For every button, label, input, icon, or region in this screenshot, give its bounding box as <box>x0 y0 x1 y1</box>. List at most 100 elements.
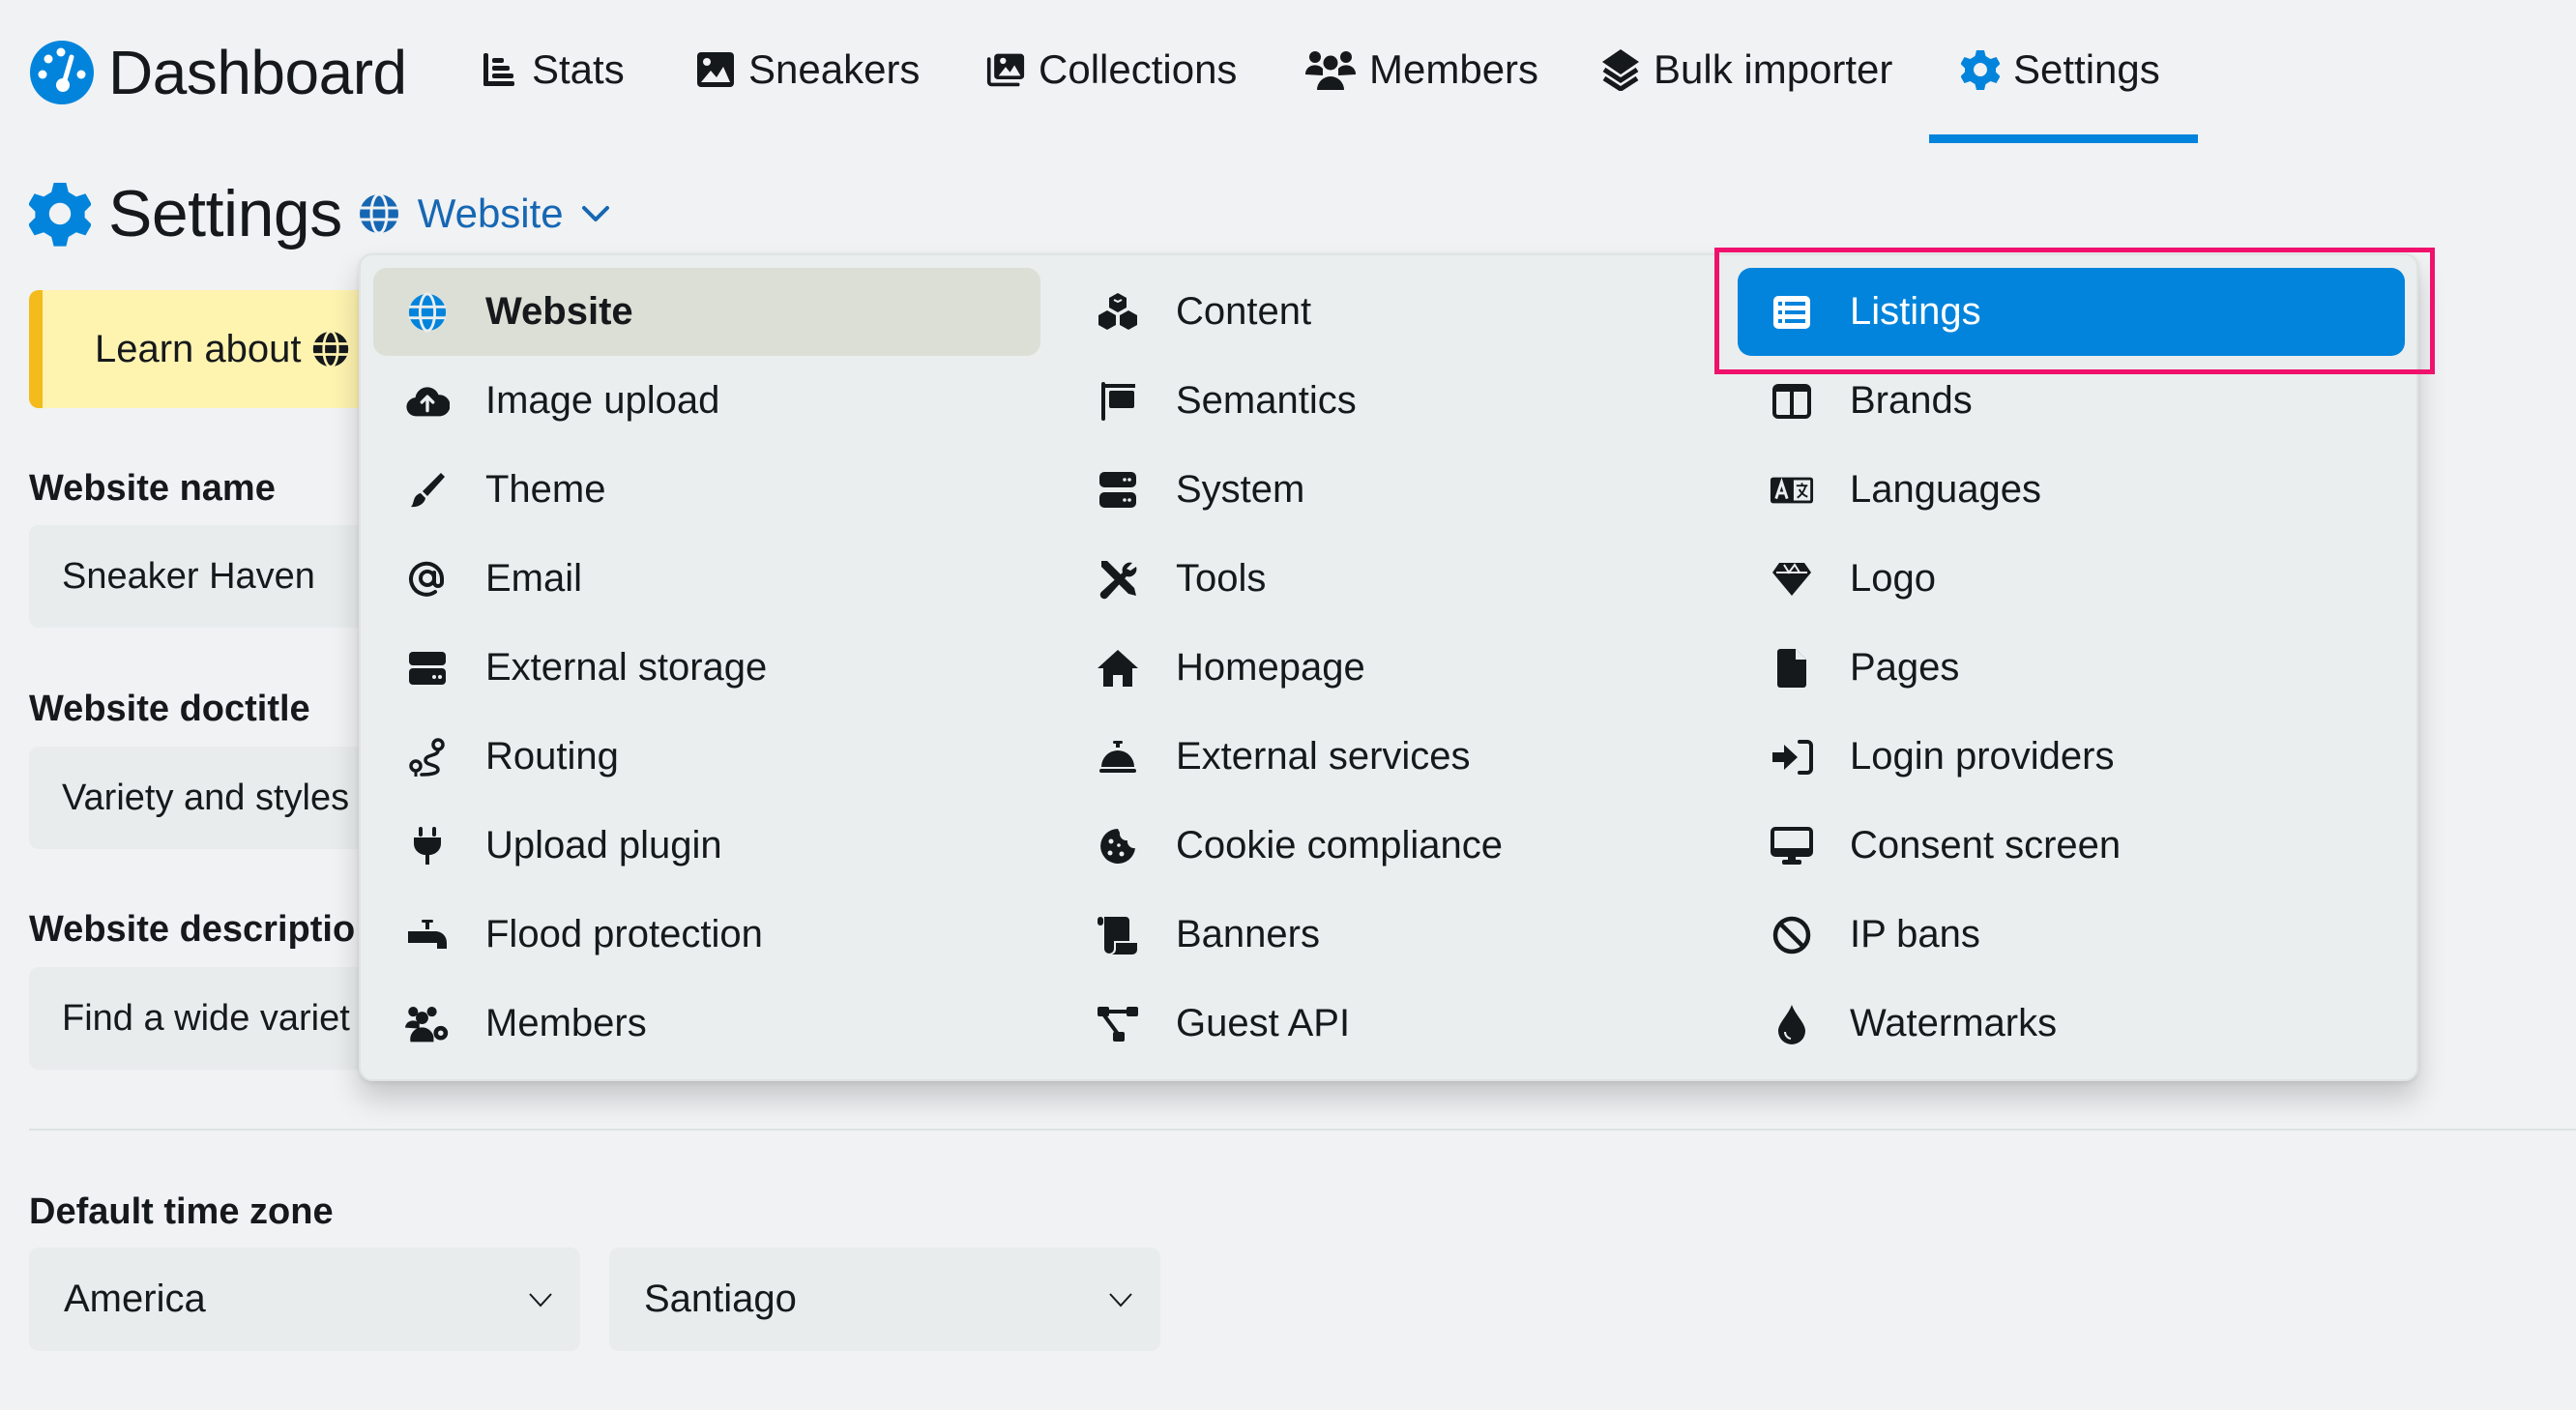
layers-icon <box>1601 49 1640 91</box>
scroll-icon <box>1096 913 1140 957</box>
page-title: Settings <box>108 177 342 250</box>
desktop-icon <box>1770 824 1814 868</box>
chevron-down-icon <box>528 1291 553 1308</box>
menu-item-consent-screen[interactable]: Consent screen <box>1738 802 2405 890</box>
menu-item-image-upload[interactable]: Image upload <box>373 357 1040 445</box>
gem-icon <box>1770 557 1814 602</box>
menu-item-system[interactable]: System <box>1064 446 1731 534</box>
menu-item-label: Login providers <box>1850 735 2115 778</box>
menu-item-flood-protection[interactable]: Flood protection <box>373 891 1040 979</box>
dashboard-gauge-icon <box>29 40 95 105</box>
menu-item-login-providers[interactable]: Login providers <box>1738 713 2405 801</box>
menu-item-label: Consent screen <box>1850 824 2122 867</box>
menu-item-label: External services <box>1176 735 1471 778</box>
nav-settings[interactable]: Settings <box>1961 39 2160 101</box>
cloud-upload-icon <box>405 379 450 424</box>
menu-item-label: Flood protection <box>485 913 763 955</box>
settings-gear-icon <box>29 181 91 247</box>
menu-item-theme[interactable]: Theme <box>373 446 1040 534</box>
nav-bulk-importer[interactable]: Bulk importer <box>1601 39 1892 101</box>
globe-icon <box>358 192 400 235</box>
menu-item-logo[interactable]: Logo <box>1738 535 2405 623</box>
at-icon <box>405 557 450 602</box>
menu-item-guest-api[interactable]: Guest API <box>1064 980 1731 1068</box>
menu-item-pages[interactable]: Pages <box>1738 624 2405 712</box>
menu-item-watermarks[interactable]: Watermarks <box>1738 980 2405 1068</box>
home-icon <box>1096 646 1140 690</box>
menu-item-external-storage[interactable]: External storage <box>373 624 1040 712</box>
globe-icon <box>405 290 450 335</box>
menu-item-members[interactable]: Members <box>373 980 1040 1068</box>
menu-item-label: External storage <box>485 646 768 689</box>
menu-item-banners[interactable]: Banners <box>1064 891 1731 979</box>
nav-label: Settings <box>2013 46 2160 92</box>
nav-collections[interactable]: Collections <box>986 39 1237 101</box>
nav-label: Stats <box>532 46 625 92</box>
brand-link[interactable]: Dashboard <box>29 37 407 108</box>
bell-concierge-icon <box>1096 735 1140 779</box>
menu-item-homepage[interactable]: Homepage <box>1064 624 1731 712</box>
plug-icon <box>405 824 450 868</box>
time-zone-city-select[interactable]: Santiago <box>609 1248 1160 1351</box>
menu-item-routing[interactable]: Routing <box>373 713 1040 801</box>
select-value: America <box>64 1278 206 1320</box>
menu-item-label: Languages <box>1850 468 2041 511</box>
settings-scope-dropdown[interactable]: Website <box>358 191 610 237</box>
nav-members[interactable]: Members <box>1305 39 1538 101</box>
ban-icon <box>1770 913 1814 957</box>
nav-stats[interactable]: Stats <box>480 39 625 101</box>
menu-item-label: Tools <box>1176 557 1267 600</box>
faucet-icon <box>405 913 450 957</box>
menu-item-label: Upload plugin <box>485 824 722 867</box>
tools-icon <box>1096 557 1140 602</box>
chart-bars-icon <box>480 50 518 89</box>
menu-item-cookie-compliance[interactable]: Cookie compliance <box>1064 802 1731 890</box>
menu-item-label: Watermarks <box>1850 1002 2058 1044</box>
language-icon <box>1770 468 1814 513</box>
menu-item-label: Listings <box>1850 290 1981 333</box>
menu-item-upload-plugin[interactable]: Upload plugin <box>373 802 1040 890</box>
scope-label: Website <box>417 191 564 236</box>
globe-icon <box>311 330 350 368</box>
page-header: Settings Website <box>29 176 610 251</box>
menu-item-website[interactable]: Website <box>373 268 1040 356</box>
nav-sneakers[interactable]: Sneakers <box>696 39 920 101</box>
notice-text: Learn about <box>95 327 302 370</box>
menu-item-label: Routing <box>485 735 619 778</box>
menu-item-label: Pages <box>1850 646 1960 689</box>
droplet-icon <box>1770 1002 1814 1046</box>
time-zone-label: Default time zone <box>29 1191 334 1232</box>
menu-item-label: Website <box>485 290 633 333</box>
hard-drive-icon <box>405 646 450 690</box>
menu-item-listings[interactable]: Listings <box>1738 268 2405 356</box>
menu-item-label: Semantics <box>1176 379 1357 422</box>
menu-item-ip-bans[interactable]: IP bans <box>1738 891 2405 979</box>
menu-item-semantics[interactable]: Semantics <box>1064 357 1731 445</box>
menu-item-label: System <box>1176 468 1305 511</box>
menu-item-content[interactable]: Content <box>1064 268 1731 356</box>
website-name-label: Website name <box>29 468 276 509</box>
menu-item-languages[interactable]: Languages <box>1738 446 2405 534</box>
menu-item-label: Image upload <box>485 379 720 422</box>
menu-item-external-services[interactable]: External services <box>1064 713 1731 801</box>
chevron-down-icon <box>581 204 610 223</box>
menu-item-label: Banners <box>1176 913 1320 955</box>
menu-item-label: Email <box>485 557 583 600</box>
image-icon <box>696 50 735 89</box>
file-icon <box>1770 646 1814 690</box>
images-icon <box>986 50 1025 89</box>
menu-item-label: Guest API <box>1176 1002 1351 1044</box>
nav-label: Members <box>1369 46 1539 92</box>
menu-item-email[interactable]: Email <box>373 535 1040 623</box>
section-divider <box>29 1129 2576 1131</box>
paintbrush-icon <box>405 468 450 513</box>
menu-item-brands[interactable]: Brands <box>1738 357 2405 445</box>
route-icon <box>405 735 450 779</box>
menu-item-label: Theme <box>485 468 606 511</box>
nav-label: Collections <box>1039 46 1238 92</box>
time-zone-region-select[interactable]: America <box>29 1248 580 1351</box>
menu-item-label: Brands <box>1850 379 1973 422</box>
gear-icon <box>1961 50 2000 90</box>
menu-item-tools[interactable]: Tools <box>1064 535 1731 623</box>
active-tab-indicator <box>1929 134 2198 143</box>
